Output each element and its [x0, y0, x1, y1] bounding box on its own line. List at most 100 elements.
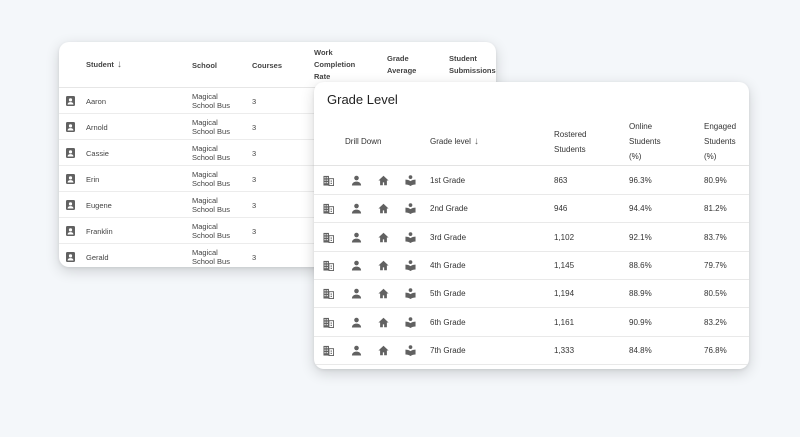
home-icon[interactable]: [378, 203, 389, 214]
student-school: Magical School Bus: [192, 92, 230, 110]
engaged-students-cell: 76.8%: [704, 345, 727, 355]
online-students-cell: 94.4%: [629, 204, 652, 214]
student-name: Gerald: [86, 253, 109, 262]
student-school: Magical School Bus: [192, 144, 230, 162]
rostered-students-cell: 1,194: [554, 289, 575, 299]
contact-badge-icon[interactable]: [66, 200, 75, 210]
arrow-down-icon[interactable]: ↓: [117, 59, 122, 71]
student-name: Aaron: [86, 97, 107, 106]
student-school: Magical School Bus: [192, 170, 230, 188]
engaged-students-cell: 79.7%: [704, 260, 727, 270]
contact-badge-icon[interactable]: [66, 122, 75, 132]
student-column-header[interactable]: Student ↓: [86, 59, 122, 71]
online-students-cell: 88.6%: [629, 260, 652, 270]
engaged-students-cell: 81.2%: [704, 204, 727, 214]
home-icon[interactable]: [378, 175, 389, 186]
grade-table-header: Drill Down Grade level ↓ Rostered Student…: [314, 114, 749, 166]
home-icon[interactable]: [378, 260, 389, 271]
rostered-students-cell: 946: [554, 204, 568, 214]
courses-column-header[interactable]: Courses: [252, 60, 282, 72]
person-icon[interactable]: [351, 203, 362, 214]
rostered-students-cell: 1,102: [554, 232, 575, 242]
student-courses: 3: [252, 149, 257, 158]
grade-level-cell: 4th Grade: [430, 260, 466, 270]
rostered-students-cell: 1,333: [554, 345, 575, 355]
student-school: Magical School Bus: [192, 118, 230, 136]
reading-icon[interactable]: [405, 203, 416, 215]
online-students-cell: 90.9%: [629, 317, 652, 327]
building-icon[interactable]: [323, 288, 334, 300]
contact-badge-icon[interactable]: [66, 226, 75, 236]
building-icon[interactable]: [323, 317, 334, 328]
online-students-column-header[interactable]: Online Students (%): [629, 119, 661, 164]
home-icon[interactable]: [378, 232, 389, 243]
online-students-cell: 96.3%: [629, 176, 652, 185]
engaged-students-cell: 80.9%: [704, 176, 727, 185]
grade-level-column-header[interactable]: Grade level ↓: [430, 134, 479, 149]
grade-level-cell: 5th Grade: [430, 289, 466, 299]
reading-icon[interactable]: [405, 345, 416, 356]
grade-level-cell: 6th Grade: [430, 317, 466, 327]
contact-badge-icon[interactable]: [66, 96, 75, 106]
building-icon[interactable]: [323, 203, 334, 215]
student-name: Arnold: [86, 123, 108, 132]
person-icon[interactable]: [351, 260, 362, 271]
building-icon[interactable]: [323, 175, 334, 186]
grade-level-cell: 7th Grade: [430, 345, 466, 355]
grade-level-card: Grade Level Drill Down Grade level ↓ Rost…: [314, 82, 749, 369]
school-column-header[interactable]: School: [192, 60, 217, 72]
reading-icon[interactable]: [405, 231, 416, 243]
student-name: Franklin: [86, 227, 113, 236]
reading-icon[interactable]: [405, 316, 416, 328]
drill-down-column-header: Drill Down: [345, 137, 382, 146]
reading-icon[interactable]: [405, 288, 416, 300]
student-name: Cassie: [86, 149, 109, 158]
contact-badge-icon[interactable]: [66, 174, 75, 184]
person-icon[interactable]: [351, 232, 362, 243]
engaged-students-column-header[interactable]: Engaged Students (%): [704, 119, 736, 164]
engaged-students-cell: 83.7%: [704, 232, 727, 242]
grade-row: 5th Grade 1,194 88.9% 80.5%: [314, 280, 749, 309]
student-courses: 3: [252, 97, 257, 106]
student-courses: 3: [252, 175, 257, 184]
rostered-students-column-header[interactable]: Rostered Students: [554, 127, 586, 157]
online-students-cell: 84.8%: [629, 345, 652, 355]
person-icon[interactable]: [351, 317, 362, 328]
grade-row: 3rd Grade 1,102 92.1% 83.7%: [314, 224, 749, 252]
student-school: Magical School Bus: [192, 196, 230, 214]
person-icon[interactable]: [351, 175, 362, 186]
grade-level-cell: 1st Grade: [430, 176, 466, 185]
student-school: Magical School Bus: [192, 248, 230, 266]
student-courses: 3: [252, 201, 257, 210]
student-name: Erin: [86, 175, 100, 184]
grade-average-column-header[interactable]: Grade Average: [387, 53, 416, 77]
engaged-students-cell: 83.2%: [704, 317, 727, 327]
person-icon[interactable]: [351, 288, 362, 299]
contact-badge-icon[interactable]: [66, 252, 75, 262]
home-icon[interactable]: [378, 317, 389, 328]
work-completion-column-header[interactable]: Work Completion Rate: [314, 47, 355, 83]
rostered-students-cell: 1,145: [554, 260, 575, 270]
building-icon[interactable]: [323, 232, 334, 243]
rostered-students-cell: 1,161: [554, 317, 575, 327]
student-submissions-column-header[interactable]: Student Submissions: [449, 53, 496, 77]
online-students-cell: 88.9%: [629, 289, 652, 299]
arrow-down-icon[interactable]: ↓: [474, 134, 479, 149]
student-name: Eugene: [86, 201, 112, 210]
home-icon[interactable]: [378, 345, 389, 356]
grade-level-cell: 2nd Grade: [430, 204, 468, 214]
contact-badge-icon[interactable]: [66, 148, 75, 158]
grade-row: 1st Grade 863 96.3% 80.9%: [314, 167, 749, 195]
grade-row: 6th Grade 1,161 90.9% 83.2%: [314, 309, 749, 337]
home-icon[interactable]: [378, 288, 389, 299]
rostered-students-cell: 863: [554, 176, 568, 185]
grade-row: 4th Grade 1,145 88.6% 79.7%: [314, 252, 749, 280]
grade-level-cell: 3rd Grade: [430, 232, 467, 242]
grade-row: 7th Grade 1,333 84.8% 76.8%: [314, 337, 749, 365]
reading-icon[interactable]: [405, 260, 416, 271]
building-icon[interactable]: [323, 345, 334, 356]
student-courses: 3: [252, 123, 257, 132]
building-icon[interactable]: [323, 260, 334, 271]
reading-icon[interactable]: [405, 175, 416, 186]
person-icon[interactable]: [351, 345, 362, 356]
